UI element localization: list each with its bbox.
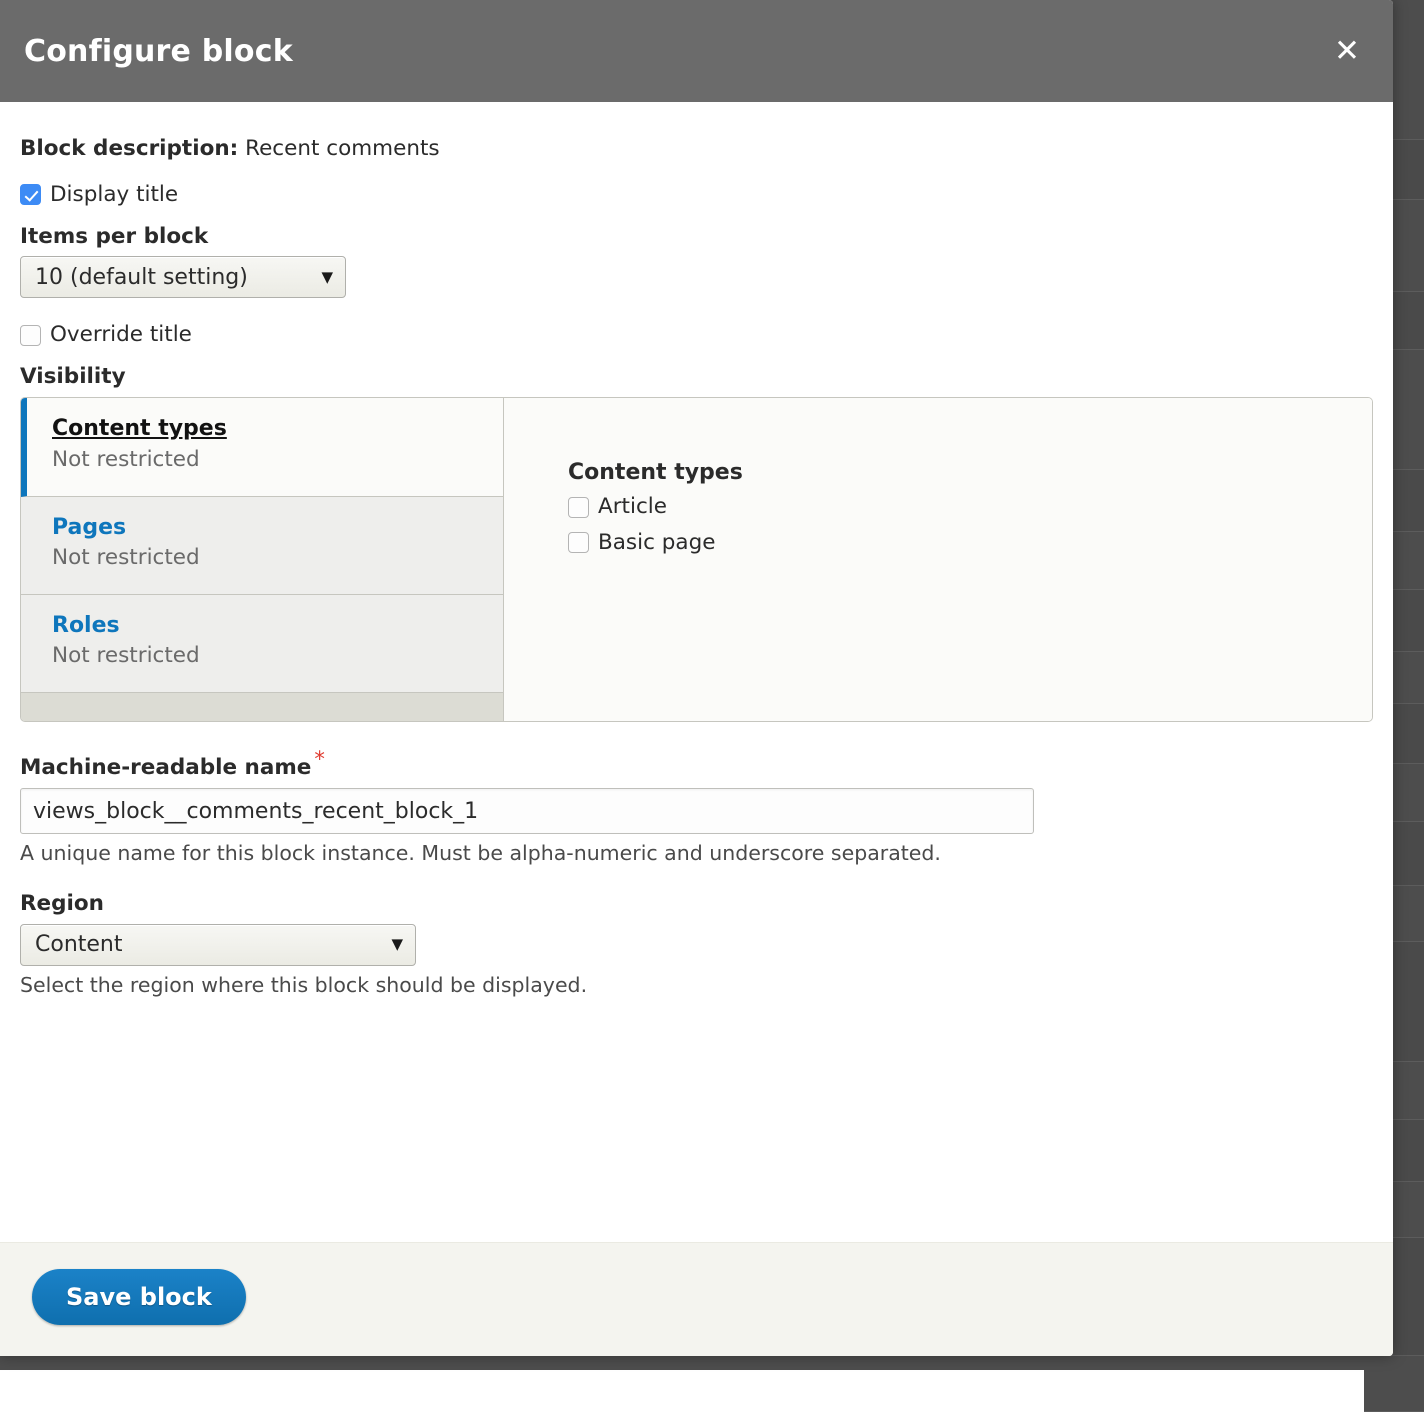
- tab-title: Pages: [52, 514, 503, 542]
- region-value: Content: [35, 932, 123, 957]
- chevron-down-icon: ▼: [391, 937, 403, 952]
- items-per-block-label: Items per block: [20, 224, 1373, 251]
- required-marker: *: [314, 747, 325, 771]
- machine-name-label: Machine-readable name*: [20, 746, 1373, 782]
- pane-title: Content types: [568, 460, 1372, 485]
- tab-list-filler: [21, 693, 503, 721]
- save-block-button[interactable]: Save block: [32, 1269, 246, 1325]
- visibility-tab-pages[interactable]: Pages Not restricted: [21, 497, 503, 595]
- visibility-tab-content-types[interactable]: Content types Not restricted: [21, 398, 503, 496]
- chevron-down-icon: ▼: [321, 270, 333, 285]
- dialog-footer: Save block: [0, 1242, 1393, 1356]
- close-icon[interactable]: ✕: [1327, 31, 1367, 71]
- block-description: Block description: Recent comments: [20, 136, 1373, 162]
- content-type-option-article[interactable]: Article: [568, 494, 1372, 520]
- visibility-tab-panes: Content types Article Basic page: [504, 398, 1372, 721]
- dialog-body: Block description: Recent comments Displ…: [0, 102, 1393, 1242]
- items-per-block-select[interactable]: 10 (default setting) ▼: [20, 256, 346, 298]
- tab-summary: Not restricted: [52, 447, 503, 474]
- block-description-label: Block description:: [20, 136, 238, 161]
- display-title-label: Display title: [50, 182, 178, 208]
- machine-name-input[interactable]: [20, 788, 1034, 834]
- override-title-checkbox[interactable]: [20, 325, 41, 346]
- basic-page-label: Basic page: [598, 530, 715, 556]
- visibility-tab-list: Content types Not restricted Pages Not r…: [21, 398, 504, 721]
- tab-title: Roles: [52, 612, 503, 640]
- visibility-tab-roles[interactable]: Roles Not restricted: [21, 595, 503, 693]
- dialog-titlebar: Configure block ✕: [0, 0, 1393, 102]
- region-select[interactable]: Content ▼: [20, 924, 416, 966]
- visibility-label: Visibility: [20, 364, 1373, 391]
- basic-page-checkbox[interactable]: [568, 532, 589, 553]
- items-per-block-value: 10 (default setting): [35, 265, 248, 290]
- article-checkbox[interactable]: [568, 497, 589, 518]
- block-description-value: Recent comments: [245, 136, 440, 161]
- content-type-option-basic-page[interactable]: Basic page: [568, 530, 1372, 556]
- display-title-row[interactable]: Display title: [20, 182, 1373, 208]
- dialog-title: Configure block: [24, 34, 293, 69]
- background-table-row: [1364, 1356, 1424, 1412]
- override-title-row[interactable]: Override title: [20, 322, 1373, 348]
- region-label: Region: [20, 891, 1373, 918]
- machine-name-description: A unique name for this block instance. M…: [20, 841, 1373, 867]
- configure-block-dialog: Configure block ✕ Block description: Rec…: [0, 0, 1393, 1356]
- visibility-vertical-tabs: Content types Not restricted Pages Not r…: [20, 397, 1373, 722]
- content-types-pane: Content types Article Basic page: [568, 460, 1372, 556]
- article-label: Article: [598, 494, 667, 520]
- tab-summary: Not restricted: [52, 643, 503, 670]
- tab-summary: Not restricted: [52, 545, 503, 572]
- display-title-checkbox[interactable]: [20, 184, 41, 205]
- machine-name-label-text: Machine-readable name: [20, 755, 311, 780]
- tab-title: Content types: [52, 415, 503, 443]
- region-description: Select the region where this block shoul…: [20, 973, 1373, 999]
- override-title-label: Override title: [50, 322, 192, 348]
